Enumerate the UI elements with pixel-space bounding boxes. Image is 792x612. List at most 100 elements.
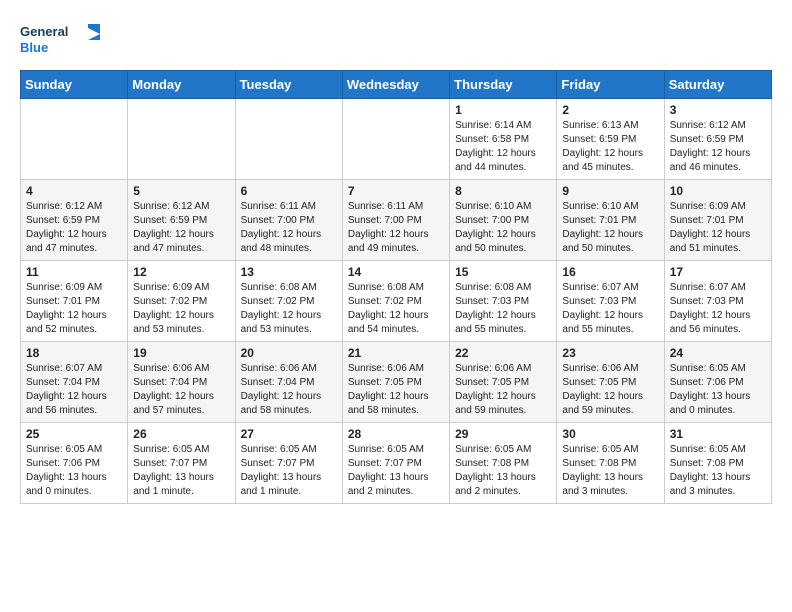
day-info: Sunrise: 6:08 AM Sunset: 7:02 PM Dayligh… (348, 281, 444, 337)
day-info: Sunrise: 6:14 AM Sunset: 6:58 PM Dayligh… (455, 119, 551, 175)
calendar-cell: 31 Sunrise: 6:05 AM Sunset: 7:08 PM Dayli… (664, 423, 771, 504)
calendar-cell: 10 Sunrise: 6:09 AM Sunset: 7:01 PM Dayli… (664, 180, 771, 261)
day-of-week-sunday: Sunday (21, 71, 128, 99)
logo-svg: General Blue (20, 20, 100, 60)
day-info: Sunrise: 6:10 AM Sunset: 7:01 PM Dayligh… (562, 200, 658, 256)
day-info: Sunrise: 6:05 AM Sunset: 7:07 PM Dayligh… (348, 443, 444, 499)
day-number: 29 (455, 427, 551, 441)
day-number: 27 (241, 427, 337, 441)
calendar-cell: 6 Sunrise: 6:11 AM Sunset: 7:00 PM Daylig… (235, 180, 342, 261)
calendar-cell: 13 Sunrise: 6:08 AM Sunset: 7:02 PM Dayli… (235, 261, 342, 342)
day-number: 3 (670, 103, 766, 117)
day-number: 6 (241, 184, 337, 198)
day-info: Sunrise: 6:08 AM Sunset: 7:02 PM Dayligh… (241, 281, 337, 337)
calendar-cell (342, 99, 449, 180)
day-info: Sunrise: 6:05 AM Sunset: 7:07 PM Dayligh… (241, 443, 337, 499)
day-number: 21 (348, 346, 444, 360)
calendar-cell: 17 Sunrise: 6:07 AM Sunset: 7:03 PM Dayli… (664, 261, 771, 342)
day-info: Sunrise: 6:06 AM Sunset: 7:05 PM Dayligh… (562, 362, 658, 418)
calendar-week-2: 4 Sunrise: 6:12 AM Sunset: 6:59 PM Daylig… (21, 180, 772, 261)
day-number: 19 (133, 346, 229, 360)
calendar-cell: 29Sunrise: 6:05 AM Sunset: 7:08 PM Dayli… (450, 423, 557, 504)
day-number: 14 (348, 265, 444, 279)
calendar-week-5: 25Sunrise: 6:05 AM Sunset: 7:06 PM Dayli… (21, 423, 772, 504)
day-number: 17 (670, 265, 766, 279)
day-number: 9 (562, 184, 658, 198)
day-info: Sunrise: 6:07 AM Sunset: 7:03 PM Dayligh… (562, 281, 658, 337)
day-info: Sunrise: 6:06 AM Sunset: 7:05 PM Dayligh… (348, 362, 444, 418)
day-number: 11 (26, 265, 122, 279)
day-of-week-friday: Friday (557, 71, 664, 99)
day-number: 24 (670, 346, 766, 360)
day-info: Sunrise: 6:12 AM Sunset: 6:59 PM Dayligh… (26, 200, 122, 256)
calendar-cell: 26Sunrise: 6:05 AM Sunset: 7:07 PM Dayli… (128, 423, 235, 504)
day-number: 15 (455, 265, 551, 279)
calendar-week-1: 1 Sunrise: 6:14 AM Sunset: 6:58 PM Daylig… (21, 99, 772, 180)
calendar-cell: 25Sunrise: 6:05 AM Sunset: 7:06 PM Dayli… (21, 423, 128, 504)
calendar-cell: 24 Sunrise: 6:05 AM Sunset: 7:06 PM Dayli… (664, 342, 771, 423)
calendar-cell: 8Sunrise: 6:10 AM Sunset: 7:00 PM Daylig… (450, 180, 557, 261)
day-of-week-tuesday: Tuesday (235, 71, 342, 99)
day-of-week-saturday: Saturday (664, 71, 771, 99)
calendar-cell: 19Sunrise: 6:06 AM Sunset: 7:04 PM Dayli… (128, 342, 235, 423)
day-info: Sunrise: 6:05 AM Sunset: 7:08 PM Dayligh… (562, 443, 658, 499)
day-number: 18 (26, 346, 122, 360)
day-info: Sunrise: 6:13 AM Sunset: 6:59 PM Dayligh… (562, 119, 658, 175)
day-info: Sunrise: 6:12 AM Sunset: 6:59 PM Dayligh… (670, 119, 766, 175)
day-info: Sunrise: 6:12 AM Sunset: 6:59 PM Dayligh… (133, 200, 229, 256)
calendar-cell: 28 Sunrise: 6:05 AM Sunset: 7:07 PM Dayli… (342, 423, 449, 504)
day-info: Sunrise: 6:11 AM Sunset: 7:00 PM Dayligh… (241, 200, 337, 256)
day-number: 20 (241, 346, 337, 360)
day-number: 25 (26, 427, 122, 441)
day-number: 7 (348, 184, 444, 198)
calendar-cell (128, 99, 235, 180)
calendar-cell: 30 Sunrise: 6:05 AM Sunset: 7:08 PM Dayli… (557, 423, 664, 504)
day-number: 22 (455, 346, 551, 360)
day-number: 13 (241, 265, 337, 279)
day-info: Sunrise: 6:08 AM Sunset: 7:03 PM Dayligh… (455, 281, 551, 337)
day-number: 1 (455, 103, 551, 117)
day-info: Sunrise: 6:09 AM Sunset: 7:01 PM Dayligh… (670, 200, 766, 256)
calendar-week-3: 11 Sunrise: 6:09 AM Sunset: 7:01 PM Dayli… (21, 261, 772, 342)
day-info: Sunrise: 6:07 AM Sunset: 7:03 PM Dayligh… (670, 281, 766, 337)
day-number: 23 (562, 346, 658, 360)
day-number: 31 (670, 427, 766, 441)
day-number: 2 (562, 103, 658, 117)
svg-text:Blue: Blue (20, 40, 48, 55)
calendar-cell (21, 99, 128, 180)
day-info: Sunrise: 6:06 AM Sunset: 7:05 PM Dayligh… (455, 362, 551, 418)
calendar-week-4: 18Sunrise: 6:07 AM Sunset: 7:04 PM Dayli… (21, 342, 772, 423)
day-number: 16 (562, 265, 658, 279)
day-info: Sunrise: 6:06 AM Sunset: 7:04 PM Dayligh… (241, 362, 337, 418)
day-info: Sunrise: 6:11 AM Sunset: 7:00 PM Dayligh… (348, 200, 444, 256)
day-number: 5 (133, 184, 229, 198)
calendar-cell: 4 Sunrise: 6:12 AM Sunset: 6:59 PM Daylig… (21, 180, 128, 261)
day-number: 28 (348, 427, 444, 441)
day-number: 30 (562, 427, 658, 441)
calendar-cell: 9 Sunrise: 6:10 AM Sunset: 7:01 PM Daylig… (557, 180, 664, 261)
day-info: Sunrise: 6:09 AM Sunset: 7:01 PM Dayligh… (26, 281, 122, 337)
day-number: 10 (670, 184, 766, 198)
day-info: Sunrise: 6:05 AM Sunset: 7:08 PM Dayligh… (670, 443, 766, 499)
calendar-cell: 15 Sunrise: 6:08 AM Sunset: 7:03 PM Dayli… (450, 261, 557, 342)
day-number: 4 (26, 184, 122, 198)
day-number: 8 (455, 184, 551, 198)
calendar-cell: 22 Sunrise: 6:06 AM Sunset: 7:05 PM Dayli… (450, 342, 557, 423)
calendar-cell: 23 Sunrise: 6:06 AM Sunset: 7:05 PM Dayli… (557, 342, 664, 423)
calendar-cell: 5 Sunrise: 6:12 AM Sunset: 6:59 PM Daylig… (128, 180, 235, 261)
calendar-cell: 16 Sunrise: 6:07 AM Sunset: 7:03 PM Dayli… (557, 261, 664, 342)
day-number: 12 (133, 265, 229, 279)
calendar-cell: 18Sunrise: 6:07 AM Sunset: 7:04 PM Dayli… (21, 342, 128, 423)
day-of-week-wednesday: Wednesday (342, 71, 449, 99)
page-header: General Blue (20, 20, 772, 60)
calendar-cell: 27 Sunrise: 6:05 AM Sunset: 7:07 PM Dayli… (235, 423, 342, 504)
calendar-cell: 1 Sunrise: 6:14 AM Sunset: 6:58 PM Daylig… (450, 99, 557, 180)
day-number: 26 (133, 427, 229, 441)
calendar-cell: 3 Sunrise: 6:12 AM Sunset: 6:59 PM Daylig… (664, 99, 771, 180)
days-of-week-row: SundayMondayTuesdayWednesdayThursdayFrid… (21, 71, 772, 99)
day-info: Sunrise: 6:09 AM Sunset: 7:02 PM Dayligh… (133, 281, 229, 337)
calendar-cell (235, 99, 342, 180)
day-info: Sunrise: 6:05 AM Sunset: 7:06 PM Dayligh… (670, 362, 766, 418)
calendar-cell: 11 Sunrise: 6:09 AM Sunset: 7:01 PM Dayli… (21, 261, 128, 342)
day-of-week-monday: Monday (128, 71, 235, 99)
